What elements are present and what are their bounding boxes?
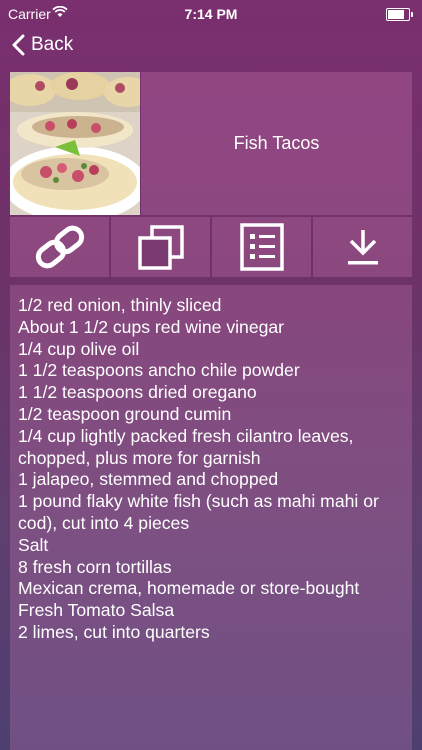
download-button[interactable]	[313, 217, 412, 277]
recipe-title: Fish Tacos	[141, 72, 412, 215]
navigation-bar: Back	[0, 28, 422, 72]
copy-icon	[137, 225, 184, 270]
list-item: 1 1/2 teaspoons ancho chile powder	[18, 360, 300, 381]
list-item: Fresh Tomato Salsa	[18, 600, 175, 621]
download-icon	[347, 230, 378, 265]
action-bar	[10, 217, 412, 277]
list-item: 1/4 cup lightly packed fresh cilantro le…	[18, 425, 354, 468]
back-button[interactable]: Back	[12, 34, 73, 56]
list-item: Salt	[18, 534, 49, 555]
list-button[interactable]	[212, 217, 311, 277]
list-item: 8 fresh corn tortillas	[18, 556, 172, 577]
list-item: 1 jalapeo, stemmed and chopped	[18, 469, 279, 490]
list-item: About 1 1/2 cups red wine vinegar	[18, 316, 285, 337]
list-item: 1/2 teaspoon ground cumin	[18, 403, 232, 424]
back-label: Back	[31, 34, 74, 55]
list-item: 1/4 cup olive oil	[18, 338, 140, 359]
link-icon	[35, 225, 84, 269]
chevron-left-icon	[12, 34, 25, 56]
link-button[interactable]	[10, 217, 109, 277]
battery-icon	[386, 8, 413, 21]
time-label: 7:14 PM	[184, 6, 238, 22]
list-item: Mexican crema, homemade or store-bought	[18, 578, 360, 599]
status-bar: Carrier 7:14 PM	[0, 0, 422, 28]
recipe-header: Fish Tacos	[10, 72, 412, 215]
list-item: 2 limes, cut into quarters	[18, 621, 210, 642]
list-icon	[239, 223, 284, 271]
recipe-photo	[10, 72, 140, 215]
copy-button[interactable]	[111, 217, 210, 277]
list-item: 1/2 red onion, thinly sliced	[18, 295, 222, 315]
list-item: 1 1/2 teaspoons dried oregano	[18, 382, 257, 403]
list-item: 1 pound flaky white fish (such as mahi m…	[18, 491, 379, 533]
ingredients-list: 1/2 red onion, thinly sliced About 1 1/2…	[10, 285, 412, 750]
